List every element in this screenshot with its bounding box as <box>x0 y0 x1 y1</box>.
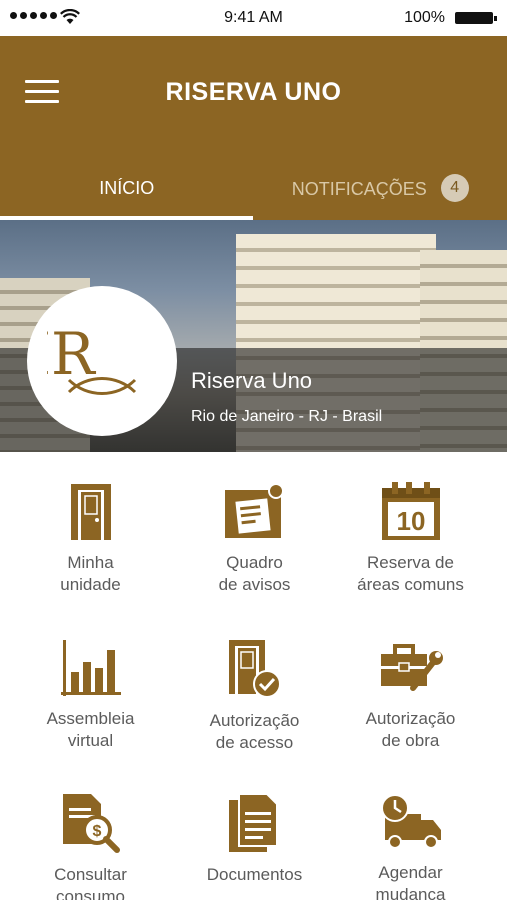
door-check-icon <box>228 640 281 698</box>
menu-label: Autorização de acesso <box>209 711 300 752</box>
condo-logo: R R <box>27 286 177 436</box>
svg-text:10: 10 <box>396 506 425 536</box>
documents-icon <box>228 793 278 852</box>
condo-hero-banner: R R Riserva Uno Rio de Janeiro - RJ - Br… <box>0 220 507 452</box>
moving-truck-icon <box>380 794 441 849</box>
calendar-icon: 10 <box>381 482 440 540</box>
menu-item-documentos[interactable]: Documentos <box>170 792 339 886</box>
menu-label: Documentos <box>206 865 303 884</box>
condo-name: Riserva Uno <box>191 368 313 393</box>
tab-bar: INÍCIO NOTIFICAÇÕES 4 <box>0 152 507 220</box>
page-title: RISERVA UNO <box>165 78 342 106</box>
document-money-icon: $ <box>62 794 120 853</box>
menu-label: Assembleia virtual <box>46 709 135 750</box>
feature-grid: Minha unidade Quadro de avisos 10 Reserva … <box>0 452 507 900</box>
notice-board-icon <box>224 483 284 538</box>
door-icon <box>70 484 111 540</box>
toolbox-icon <box>380 644 443 691</box>
menu-item-reserva-areas[interactable]: 10 Reserva de áreas comuns <box>326 482 495 596</box>
menu-label: Autorização de obra <box>365 709 456 750</box>
bar-chart-icon <box>60 640 121 696</box>
battery-percentage: 100% <box>404 9 445 26</box>
rr-monogram-icon: R R <box>47 320 137 395</box>
tab-label: NOTIFICAÇÕES <box>291 178 427 199</box>
menu-item-autorizacao-acesso[interactable]: Autorização de acesso <box>170 638 339 754</box>
svg-text:R: R <box>47 320 51 388</box>
status-bar: 9:41 AM 100% <box>0 0 507 36</box>
menu-label: Reserva de áreas comuns <box>357 553 464 594</box>
notification-count-badge: 4 <box>440 174 469 202</box>
app-header: RISERVA UNO INÍCIO NOTIFICAÇÕES 4 <box>0 36 507 220</box>
svg-text:R: R <box>51 320 97 388</box>
menu-item-minha-unidade[interactable]: Minha unidade <box>6 482 175 596</box>
menu-label: Agendar mudança <box>375 863 446 900</box>
battery-icon <box>455 12 497 24</box>
svg-text:$: $ <box>92 823 101 840</box>
menu-label: Minha unidade <box>60 553 121 594</box>
menu-item-consultar-consumo[interactable]: $ Consultar consumo <box>6 792 175 900</box>
tab-inicio[interactable]: INÍCIO <box>0 152 254 220</box>
tab-label: INÍCIO <box>99 178 155 198</box>
menu-item-assembleia-virtual[interactable]: Assembleia virtual <box>6 638 175 752</box>
menu-item-agendar-mudanca[interactable]: Agendar mudança <box>326 792 495 900</box>
tab-notificacoes[interactable]: NOTIFICAÇÕES 4 <box>254 152 507 220</box>
menu-item-quadro-avisos[interactable]: Quadro de avisos <box>170 482 339 596</box>
menu-item-autorizacao-obra[interactable]: Autorização de obra <box>326 638 495 752</box>
menu-label: Consultar consumo <box>54 865 127 900</box>
condo-location: Rio de Janeiro - RJ - Brasil <box>191 408 383 425</box>
menu-label: Quadro de avisos <box>218 553 291 594</box>
